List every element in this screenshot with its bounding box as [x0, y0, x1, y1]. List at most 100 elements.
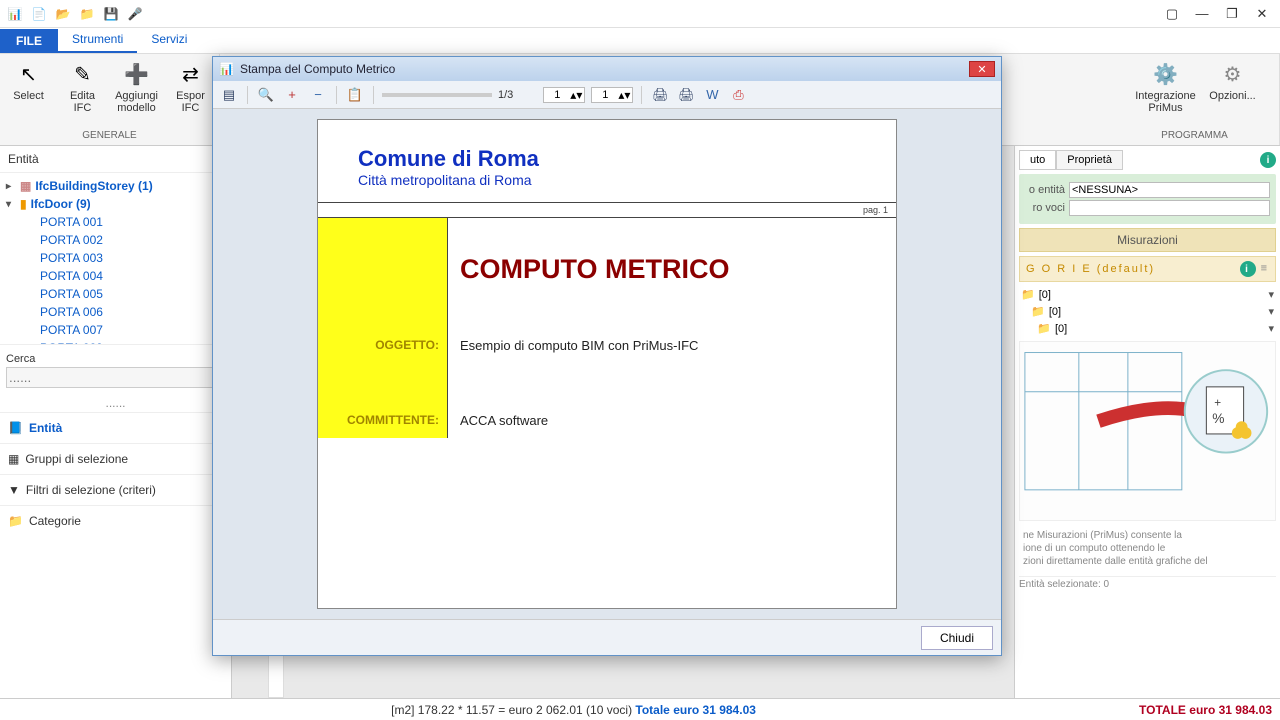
tree-leaf-door[interactable]: PORTA 005: [40, 285, 225, 303]
save-icon[interactable]: 💾: [100, 3, 122, 25]
tree-leaf-door[interactable]: PORTA 003: [40, 249, 225, 267]
zoom-slider[interactable]: [382, 93, 492, 97]
app-icon: 📊: [4, 3, 26, 25]
dialog-body[interactable]: Comune di Roma Città metropolitana di Ro…: [213, 109, 1001, 619]
category-row[interactable]: 📁 [0] ▾: [1019, 303, 1276, 320]
edit-ifc-button[interactable]: ✎Edita IFC: [59, 58, 107, 116]
filter-entita-input[interactable]: [1069, 182, 1270, 198]
menu-icon[interactable]: ≡: [1261, 263, 1269, 275]
dialog-close-btn[interactable]: Chiudi: [921, 626, 993, 650]
svg-text:%: %: [1212, 411, 1224, 426]
tree-leaf-door[interactable]: PORTA 004: [40, 267, 225, 285]
mic-icon[interactable]: 🎤: [124, 3, 146, 25]
open-icon[interactable]: 📂: [52, 3, 74, 25]
entities-panel: Entità ▸▦IfcBuildingStorey (1) ▾▮IfcDoor…: [0, 146, 232, 698]
copy-icon[interactable]: 📋: [345, 85, 365, 105]
minimize-button[interactable]: —: [1188, 3, 1216, 25]
properties-panel: uto Proprietà i o entità ro voci Misuraz…: [1014, 146, 1280, 698]
nav-filtri[interactable]: ▼Filtri di selezione (criteri): [0, 474, 231, 505]
doc-oggetto-value: Esempio di computo BIM con PriMus-IFC: [448, 328, 896, 363]
pencil-icon: ✎: [69, 60, 97, 88]
doc-subtitle: Città metropolitana di Roma: [358, 172, 856, 188]
status-bar: [m2] 178.22 * 11.57 = euro 2 062.01 (10 …: [0, 698, 1280, 720]
print-icon[interactable]: 🖨: [650, 85, 670, 105]
zoom-icon[interactable]: 🔍: [256, 85, 276, 105]
dialog-close-button[interactable]: ✕: [969, 61, 995, 77]
ribbon-tabs: FILE Strumenti Servizi: [0, 28, 1280, 54]
close-button[interactable]: ✕: [1248, 3, 1276, 25]
selection-count: Entità selezionate: 0: [1019, 576, 1276, 590]
status-total: TOTALE euro 31 984.03: [1139, 703, 1272, 717]
help-text: ne Misurazioni (PriMus) consente la ione…: [1019, 525, 1276, 572]
status-center: [m2] 178.22 * 11.57 = euro 2 062.01 (10 …: [8, 703, 1139, 717]
doc-page-number: pag. 1: [318, 203, 896, 218]
nav-gruppi[interactable]: ▦Gruppi di selezione: [0, 443, 231, 474]
export-icon: ⇄: [177, 60, 205, 88]
tab-servizi[interactable]: Servizi: [137, 27, 201, 53]
maximize-button[interactable]: ❐: [1218, 3, 1246, 25]
cursor-icon: ↖: [15, 60, 43, 88]
rp-tab-uto[interactable]: uto: [1019, 150, 1056, 169]
dots-divider: ......: [0, 394, 231, 412]
export-ifc-button[interactable]: ⇄Espor IFC: [167, 58, 215, 116]
cube-icon: 📘: [8, 421, 23, 435]
folder-icon[interactable]: 📁: [76, 3, 98, 25]
search-row: Cerca: [0, 344, 231, 394]
tree-leaf-door[interactable]: PORTA 006: [40, 303, 225, 321]
tree-node-storey[interactable]: ▸▦IfcBuildingStorey (1): [6, 177, 225, 195]
info-icon[interactable]: i: [1260, 152, 1276, 168]
tree-leaf-door[interactable]: PORTA 001: [40, 213, 225, 231]
misurazioni-button[interactable]: Misurazioni: [1019, 228, 1276, 252]
export-pdf-icon[interactable]: ⎙: [728, 85, 748, 105]
nav-entita[interactable]: 📘Entità: [0, 412, 231, 443]
gear-icon: ⚙: [1219, 60, 1247, 88]
integrazione-primus-button[interactable]: ⚙️Integrazione PriMus: [1131, 58, 1201, 116]
add-model-button[interactable]: ➕Aggiungi modello: [113, 58, 161, 116]
group-icon: ▦: [8, 452, 19, 466]
print-dialog: 📊 Stampa del Computo Metrico ✕ ▤ 🔍 + − 📋…: [212, 56, 1002, 656]
info-icon[interactable]: i: [1240, 261, 1256, 277]
page-indicator: 1/3: [498, 89, 513, 101]
new-icon[interactable]: 📄: [28, 3, 50, 25]
page-spin-1[interactable]: ▴▾: [543, 87, 585, 103]
tree-node-door[interactable]: ▾▮IfcDoor (9): [6, 195, 225, 213]
page-spin-2[interactable]: ▴▾: [591, 87, 633, 103]
entities-panel-title: Entità: [0, 146, 231, 173]
doc-committente-label: COMMITTENTE:: [318, 403, 448, 438]
rp-tab-proprieta[interactable]: Proprietà: [1056, 150, 1123, 169]
category-row[interactable]: 📁 [0] ▾: [1019, 320, 1276, 337]
zoom-in-icon[interactable]: +: [282, 85, 302, 105]
category-row[interactable]: 📁 [0] ▾: [1019, 286, 1276, 303]
categories-header: G O R I E (default)i ≡: [1019, 256, 1276, 282]
zoom-out-icon[interactable]: −: [308, 85, 328, 105]
tree-leaf-door[interactable]: PORTA 007: [40, 321, 225, 339]
export-word-icon[interactable]: W: [702, 85, 722, 105]
document-page: Comune di Roma Città metropolitana di Ro…: [317, 119, 897, 609]
entities-tree[interactable]: ▸▦IfcBuildingStorey (1) ▾▮IfcDoor (9) PO…: [0, 173, 231, 344]
titlebar: 📊 📄 📂 📁 💾 🎤 ▢ — ❐ ✕: [0, 0, 1280, 28]
dialog-title: Stampa del Computo Metrico: [240, 62, 395, 76]
doc-oggetto-label: OGGETTO:: [318, 328, 448, 363]
search-label: Cerca: [6, 353, 35, 365]
dialog-icon: 📊: [219, 62, 234, 76]
quick-access-toolbar: 📊 📄 📂 📁 💾 🎤: [4, 3, 146, 25]
group-label-programma: PROGRAMMA: [1161, 130, 1228, 141]
dialog-titlebar: 📊 Stampa del Computo Metrico ✕: [213, 57, 1001, 81]
select-button[interactable]: ↖Select: [5, 58, 53, 104]
doc-committente-value: ACCA software: [448, 403, 896, 438]
toc-icon[interactable]: ▤: [219, 85, 239, 105]
search-input[interactable]: [6, 367, 225, 388]
nav-categorie[interactable]: 📁Categorie: [0, 505, 231, 536]
svg-text:+: +: [1214, 396, 1221, 409]
doc-big-title: COMPUTO METRICO: [448, 218, 896, 328]
group-label-generale: GENERALE: [82, 130, 136, 141]
filter-label-voci: ro voci: [1025, 202, 1065, 214]
file-tab[interactable]: FILE: [0, 29, 58, 53]
print-range-icon[interactable]: 🖨: [676, 85, 696, 105]
tab-strumenti[interactable]: Strumenti: [58, 27, 137, 53]
gears-icon: ⚙️: [1152, 60, 1180, 88]
filter-voci-input[interactable]: [1069, 200, 1270, 216]
ribbon-toggle-icon[interactable]: ▢: [1158, 3, 1186, 25]
tree-leaf-door[interactable]: PORTA 002: [40, 231, 225, 249]
options-button[interactable]: ⚙Opzioni...: [1207, 58, 1259, 104]
